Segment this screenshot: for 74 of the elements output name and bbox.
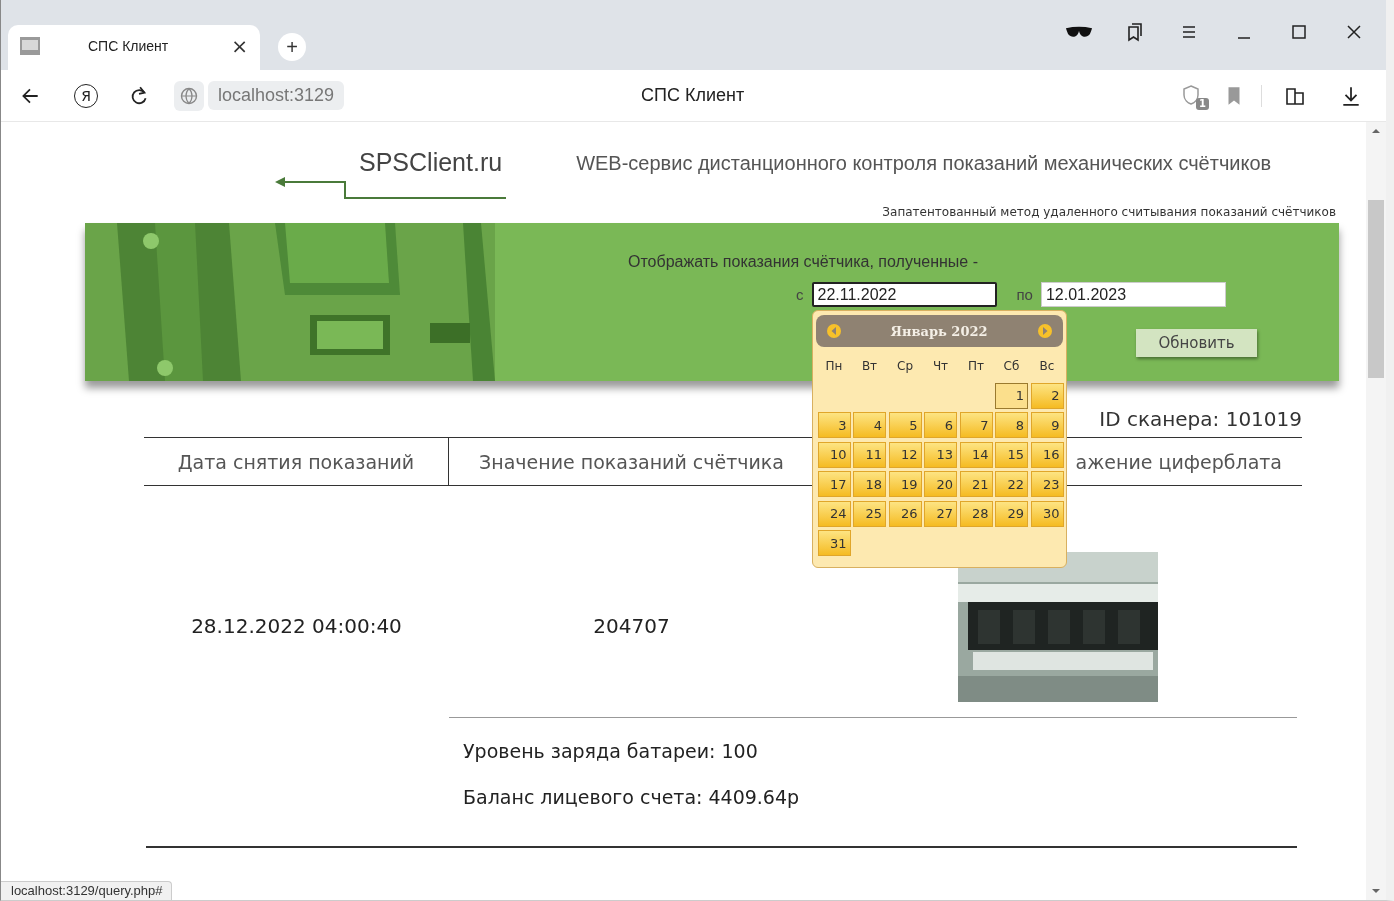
calendar-day[interactable]: 30 <box>1030 500 1064 527</box>
scroll-down-icon[interactable] <box>1371 886 1381 896</box>
month-title: Январь 2022 <box>890 323 988 339</box>
calendar-day[interactable]: 28 <box>959 500 993 527</box>
calendar-day[interactable]: 20 <box>924 471 957 497</box>
calendar-day[interactable]: 17 <box>817 471 851 497</box>
calendar-day[interactable]: 10 <box>817 441 851 468</box>
table-cell-text: 28.12.2022 04:00:40 <box>190 614 403 638</box>
refresh-button[interactable]: Обновить <box>1136 329 1257 357</box>
weekday-label: Вт <box>860 358 879 375</box>
calendar-day[interactable]: 22 <box>995 471 1028 497</box>
new-tab-button[interactable]: + <box>278 33 306 61</box>
calendar-day[interactable]: 16 <box>1030 441 1064 468</box>
calendar-day[interactable]: 14 <box>959 441 993 468</box>
shield-badge: 1 <box>1196 97 1209 110</box>
calendar-day[interactable]: 2 <box>1030 382 1064 409</box>
browser-tab[interactable]: СПС Клиент × <box>8 25 260 70</box>
site-info-button[interactable] <box>174 80 204 111</box>
to-label: по <box>1016 286 1033 303</box>
site-logo[interactable]: SPSClient.ru <box>359 148 503 176</box>
column-header: ажение циферблата <box>1075 450 1282 473</box>
download-icon[interactable] <box>1340 84 1362 107</box>
filter-prompt: Отображать показания счётчика, полученные - <box>627 252 979 271</box>
calendar-day[interactable]: 29 <box>995 500 1028 527</box>
calendar-day[interactable]: 1 <box>995 382 1028 409</box>
battery-level: Уровень заряда батареи: 100 <box>463 740 759 762</box>
column-header: Дата снятия показаний <box>177 450 415 473</box>
calendar-day[interactable]: 21 <box>959 471 993 497</box>
tab-title: СПС Клиент <box>88 37 169 54</box>
weekday-label: Пн <box>824 358 844 375</box>
calendar-day[interactable]: 11 <box>853 441 886 468</box>
calendar-day[interactable]: 9 <box>1030 412 1064 438</box>
shield-icon[interactable] <box>1181 83 1201 106</box>
scrollbar-thumb[interactable] <box>1368 200 1384 378</box>
calendar-day[interactable]: 18 <box>853 471 886 497</box>
tagline: WEB-сервис дистанционного контроля показаний механических счётчиков <box>576 152 1272 176</box>
calendar-day[interactable]: 13 <box>924 441 957 468</box>
calendar-day[interactable]: 4 <box>853 412 886 438</box>
weekday-label: Чт <box>931 358 950 375</box>
from-date-field[interactable]: 22.11.2022 <box>811 282 997 307</box>
calendar-day[interactable]: 3 <box>817 412 851 438</box>
yandex-button[interactable]: Я <box>74 83 98 108</box>
scrollbar[interactable] <box>1366 122 1386 900</box>
weekday-label: Вс <box>1038 358 1056 375</box>
calendar-day[interactable]: 5 <box>888 412 922 438</box>
calendar-day[interactable]: 12 <box>888 441 922 468</box>
weekday-label: Сб <box>1002 358 1021 375</box>
calendar-day[interactable]: 6 <box>924 412 957 438</box>
page-title: СПС Клиент <box>639 85 746 106</box>
scanner-id: ID сканера: 101019 <box>1099 406 1302 433</box>
to-date-field[interactable]: 12.01.2023 <box>1040 282 1226 307</box>
calendar-day[interactable]: 23 <box>1030 471 1064 497</box>
status-url: localhost:3129/query.php# <box>1 881 172 900</box>
weekday-label: Пт <box>967 358 985 375</box>
calendar-day[interactable]: 19 <box>888 471 922 497</box>
calendar-day[interactable]: 31 <box>817 530 851 556</box>
patent-note: Запатентованный метод удаленного считывания показаний счётчиков <box>881 205 1337 219</box>
account-balance: Баланс лицевого счета: 4409.64р <box>463 786 801 808</box>
from-label: с <box>796 286 804 303</box>
calendar-day[interactable]: 24 <box>817 500 851 527</box>
close-tab-button[interactable]: × <box>231 33 248 58</box>
calendar-day[interactable]: 7 <box>959 412 993 438</box>
table-cell-text: 204707 <box>592 614 671 638</box>
column-header: Значение показаний счётчика <box>479 450 784 473</box>
weekday-label: Ср <box>896 358 914 375</box>
favicon-icon <box>20 36 40 55</box>
globe-icon <box>179 85 199 106</box>
scroll-up-icon[interactable] <box>1371 126 1381 136</box>
calendar-day[interactable]: 15 <box>995 441 1028 468</box>
calendar-day[interactable]: 25 <box>853 500 886 527</box>
calendar-day[interactable]: 8 <box>995 412 1028 438</box>
address-field[interactable]: localhost:3129 <box>208 81 345 110</box>
calendar-day[interactable]: 27 <box>924 500 957 527</box>
calendar-day[interactable]: 26 <box>888 500 922 527</box>
